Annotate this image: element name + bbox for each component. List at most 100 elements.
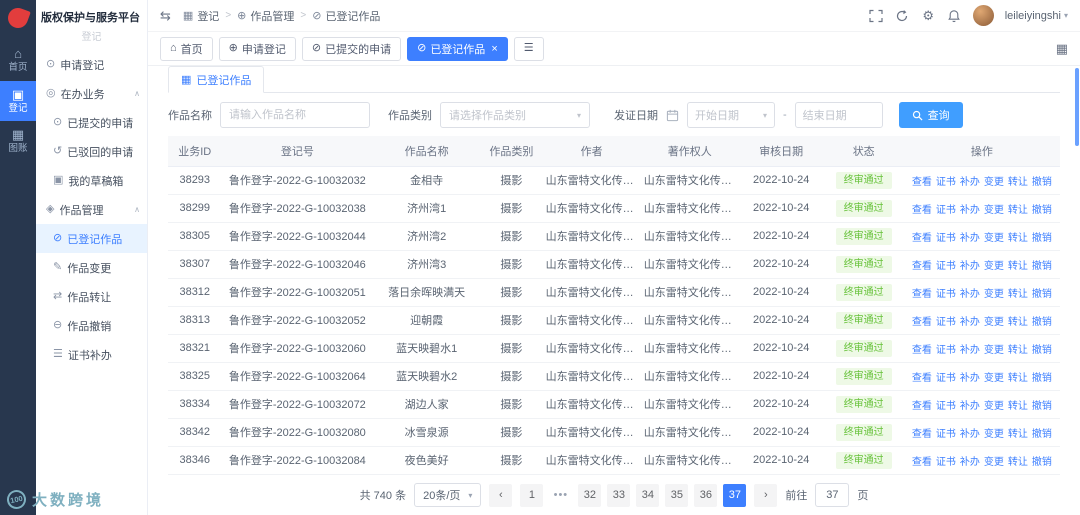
op-link-transfer[interactable]: 转让 [1008,401,1028,412]
goto-page-input[interactable] [815,483,850,507]
op-link-revoke[interactable]: 撤销 [1032,373,1052,384]
op-link-reissue[interactable]: 补办 [960,233,980,244]
op-link-change[interactable]: 变更 [984,233,1004,244]
date-start-input[interactable]: 开始日期 ▾ [687,102,775,128]
op-link-change[interactable]: 变更 [984,177,1004,188]
op-link-view[interactable]: 查看 [912,261,932,272]
op-link-reissue[interactable]: 补办 [960,345,980,356]
op-link-view[interactable]: 查看 [912,457,932,468]
op-link-view[interactable]: 查看 [912,177,932,188]
tab-grid-icon[interactable]: ▦ [1056,41,1068,57]
op-link-revoke[interactable]: 撤销 [1032,317,1052,328]
op-link-reissue[interactable]: 补办 [960,205,980,216]
op-link-revoke[interactable]: 撤销 [1032,345,1052,356]
rail-item-home[interactable]: ⌂ 首页 [0,40,36,81]
tab-registered-works[interactable]: ⊘ 已登记作品 × [407,36,508,61]
op-link-certificate[interactable]: 证书 [936,373,956,384]
tab-more[interactable]: ☰ [513,36,544,61]
search-button[interactable]: 查询 [898,102,963,128]
op-link-view[interactable]: 查看 [912,429,932,440]
op-link-reissue[interactable]: 补办 [960,457,980,468]
app-logo[interactable] [5,5,31,31]
op-link-certificate[interactable]: 证书 [936,317,956,328]
op-link-transfer[interactable]: 转让 [1008,177,1028,188]
page-button[interactable]: 35 [665,483,689,507]
op-link-revoke[interactable]: 撤销 [1032,261,1052,272]
bell-icon[interactable] [947,8,962,23]
op-link-view[interactable]: 查看 [912,205,932,216]
op-link-transfer[interactable]: 转让 [1008,317,1028,328]
op-link-revoke[interactable]: 撤销 [1032,457,1052,468]
op-link-view[interactable]: 查看 [912,373,932,384]
op-link-certificate[interactable]: 证书 [936,457,956,468]
op-link-certificate[interactable]: 证书 [936,401,956,412]
op-link-revoke[interactable]: 撤销 [1032,205,1052,216]
op-link-revoke[interactable]: 撤销 [1032,401,1052,412]
page-button[interactable]: 34 [636,483,660,507]
op-link-reissue[interactable]: 补办 [960,177,980,188]
op-link-change[interactable]: 变更 [984,457,1004,468]
avatar[interactable] [972,5,994,26]
op-link-view[interactable]: 查看 [912,401,932,412]
op-link-transfer[interactable]: 转让 [1008,261,1028,272]
op-link-reissue[interactable]: 补办 [960,261,980,272]
op-link-reissue[interactable]: 补办 [960,429,980,440]
sidebar-collapse-icon[interactable]: ⇆ [160,8,171,24]
op-link-revoke[interactable]: 撤销 [1032,289,1052,300]
page-button[interactable]: 36 [694,483,718,507]
rail-item-register[interactable]: ▣ 登记 [0,80,36,121]
page-button[interactable]: 33 [607,483,631,507]
panel-tab-registered-works[interactable]: ▦ 已登记作品 [168,66,265,93]
prev-page-button[interactable]: ‹ [489,483,513,507]
op-link-transfer[interactable]: 转让 [1008,429,1028,440]
op-link-revoke[interactable]: 撤销 [1032,177,1052,188]
breadcrumb-item[interactable]: ⊘ 已登记作品 [312,8,380,24]
op-link-view[interactable]: 查看 [912,233,932,244]
op-link-change[interactable]: 变更 [984,373,1004,384]
op-link-certificate[interactable]: 证书 [936,429,956,440]
sidebar-item-rejected-applications[interactable]: ↺ 已驳回的申请 [36,137,147,166]
op-link-change[interactable]: 变更 [984,429,1004,440]
op-link-change[interactable]: 变更 [984,261,1004,272]
name-filter-input[interactable] [220,102,370,128]
sidebar-item-works-management[interactable]: ◈ 作品管理 ∧ [36,195,147,224]
sidebar-item-my-drafts[interactable]: ▣ 我的草稿箱 [36,166,147,195]
op-link-view[interactable]: 查看 [912,345,932,356]
op-link-certificate[interactable]: 证书 [936,261,956,272]
op-link-reissue[interactable]: 补办 [960,289,980,300]
op-link-certificate[interactable]: 证书 [936,233,956,244]
op-link-certificate[interactable]: 证书 [936,289,956,300]
scrollbar-thumb[interactable] [1075,68,1079,146]
op-link-certificate[interactable]: 证书 [936,177,956,188]
sidebar-item-works-change[interactable]: ✎ 作品变更 [36,253,147,282]
page-button[interactable]: 37 [723,483,747,507]
rail-item-gallery[interactable]: ▦ 图账 [0,121,36,162]
op-link-transfer[interactable]: 转让 [1008,289,1028,300]
tab-home[interactable]: ⌂ 首页 [160,36,213,61]
op-link-transfer[interactable]: 转让 [1008,205,1028,216]
op-link-reissue[interactable]: 补办 [960,317,980,328]
breadcrumb-item[interactable]: ▦ 登记 [183,8,219,24]
op-link-change[interactable]: 变更 [984,317,1004,328]
op-link-transfer[interactable]: 转让 [1008,457,1028,468]
op-link-change[interactable]: 变更 [984,345,1004,356]
tab-apply-register[interactable]: ⊕ 申请登记 [218,36,296,61]
breadcrumb-item[interactable]: ⊕ 作品管理 [237,8,294,24]
sidebar-item-works-revoke[interactable]: ⊖ 作品撤销 [36,311,147,340]
fullscreen-icon[interactable] [869,8,884,23]
op-link-transfer[interactable]: 转让 [1008,373,1028,384]
close-icon[interactable]: × [491,43,497,55]
tab-submitted-applications[interactable]: ⊘ 已提交的申请 [301,36,402,61]
page-button[interactable]: 32 [578,483,602,507]
op-link-transfer[interactable]: 转让 [1008,233,1028,244]
refresh-icon[interactable] [895,8,910,23]
sidebar-item-certificate-reissue[interactable]: ☰ 证书补办 [36,340,147,369]
op-link-view[interactable]: 查看 [912,317,932,328]
page-button[interactable]: 1 [520,483,544,507]
sidebar-item-works-transfer[interactable]: ⇄ 作品转让 [36,282,147,311]
op-link-transfer[interactable]: 转让 [1008,345,1028,356]
gear-icon[interactable]: ⚙ [921,8,936,23]
sidebar-item-registered-works[interactable]: ⊘ 已登记作品 [36,224,147,253]
op-link-change[interactable]: 变更 [984,289,1004,300]
op-link-certificate[interactable]: 证书 [936,345,956,356]
